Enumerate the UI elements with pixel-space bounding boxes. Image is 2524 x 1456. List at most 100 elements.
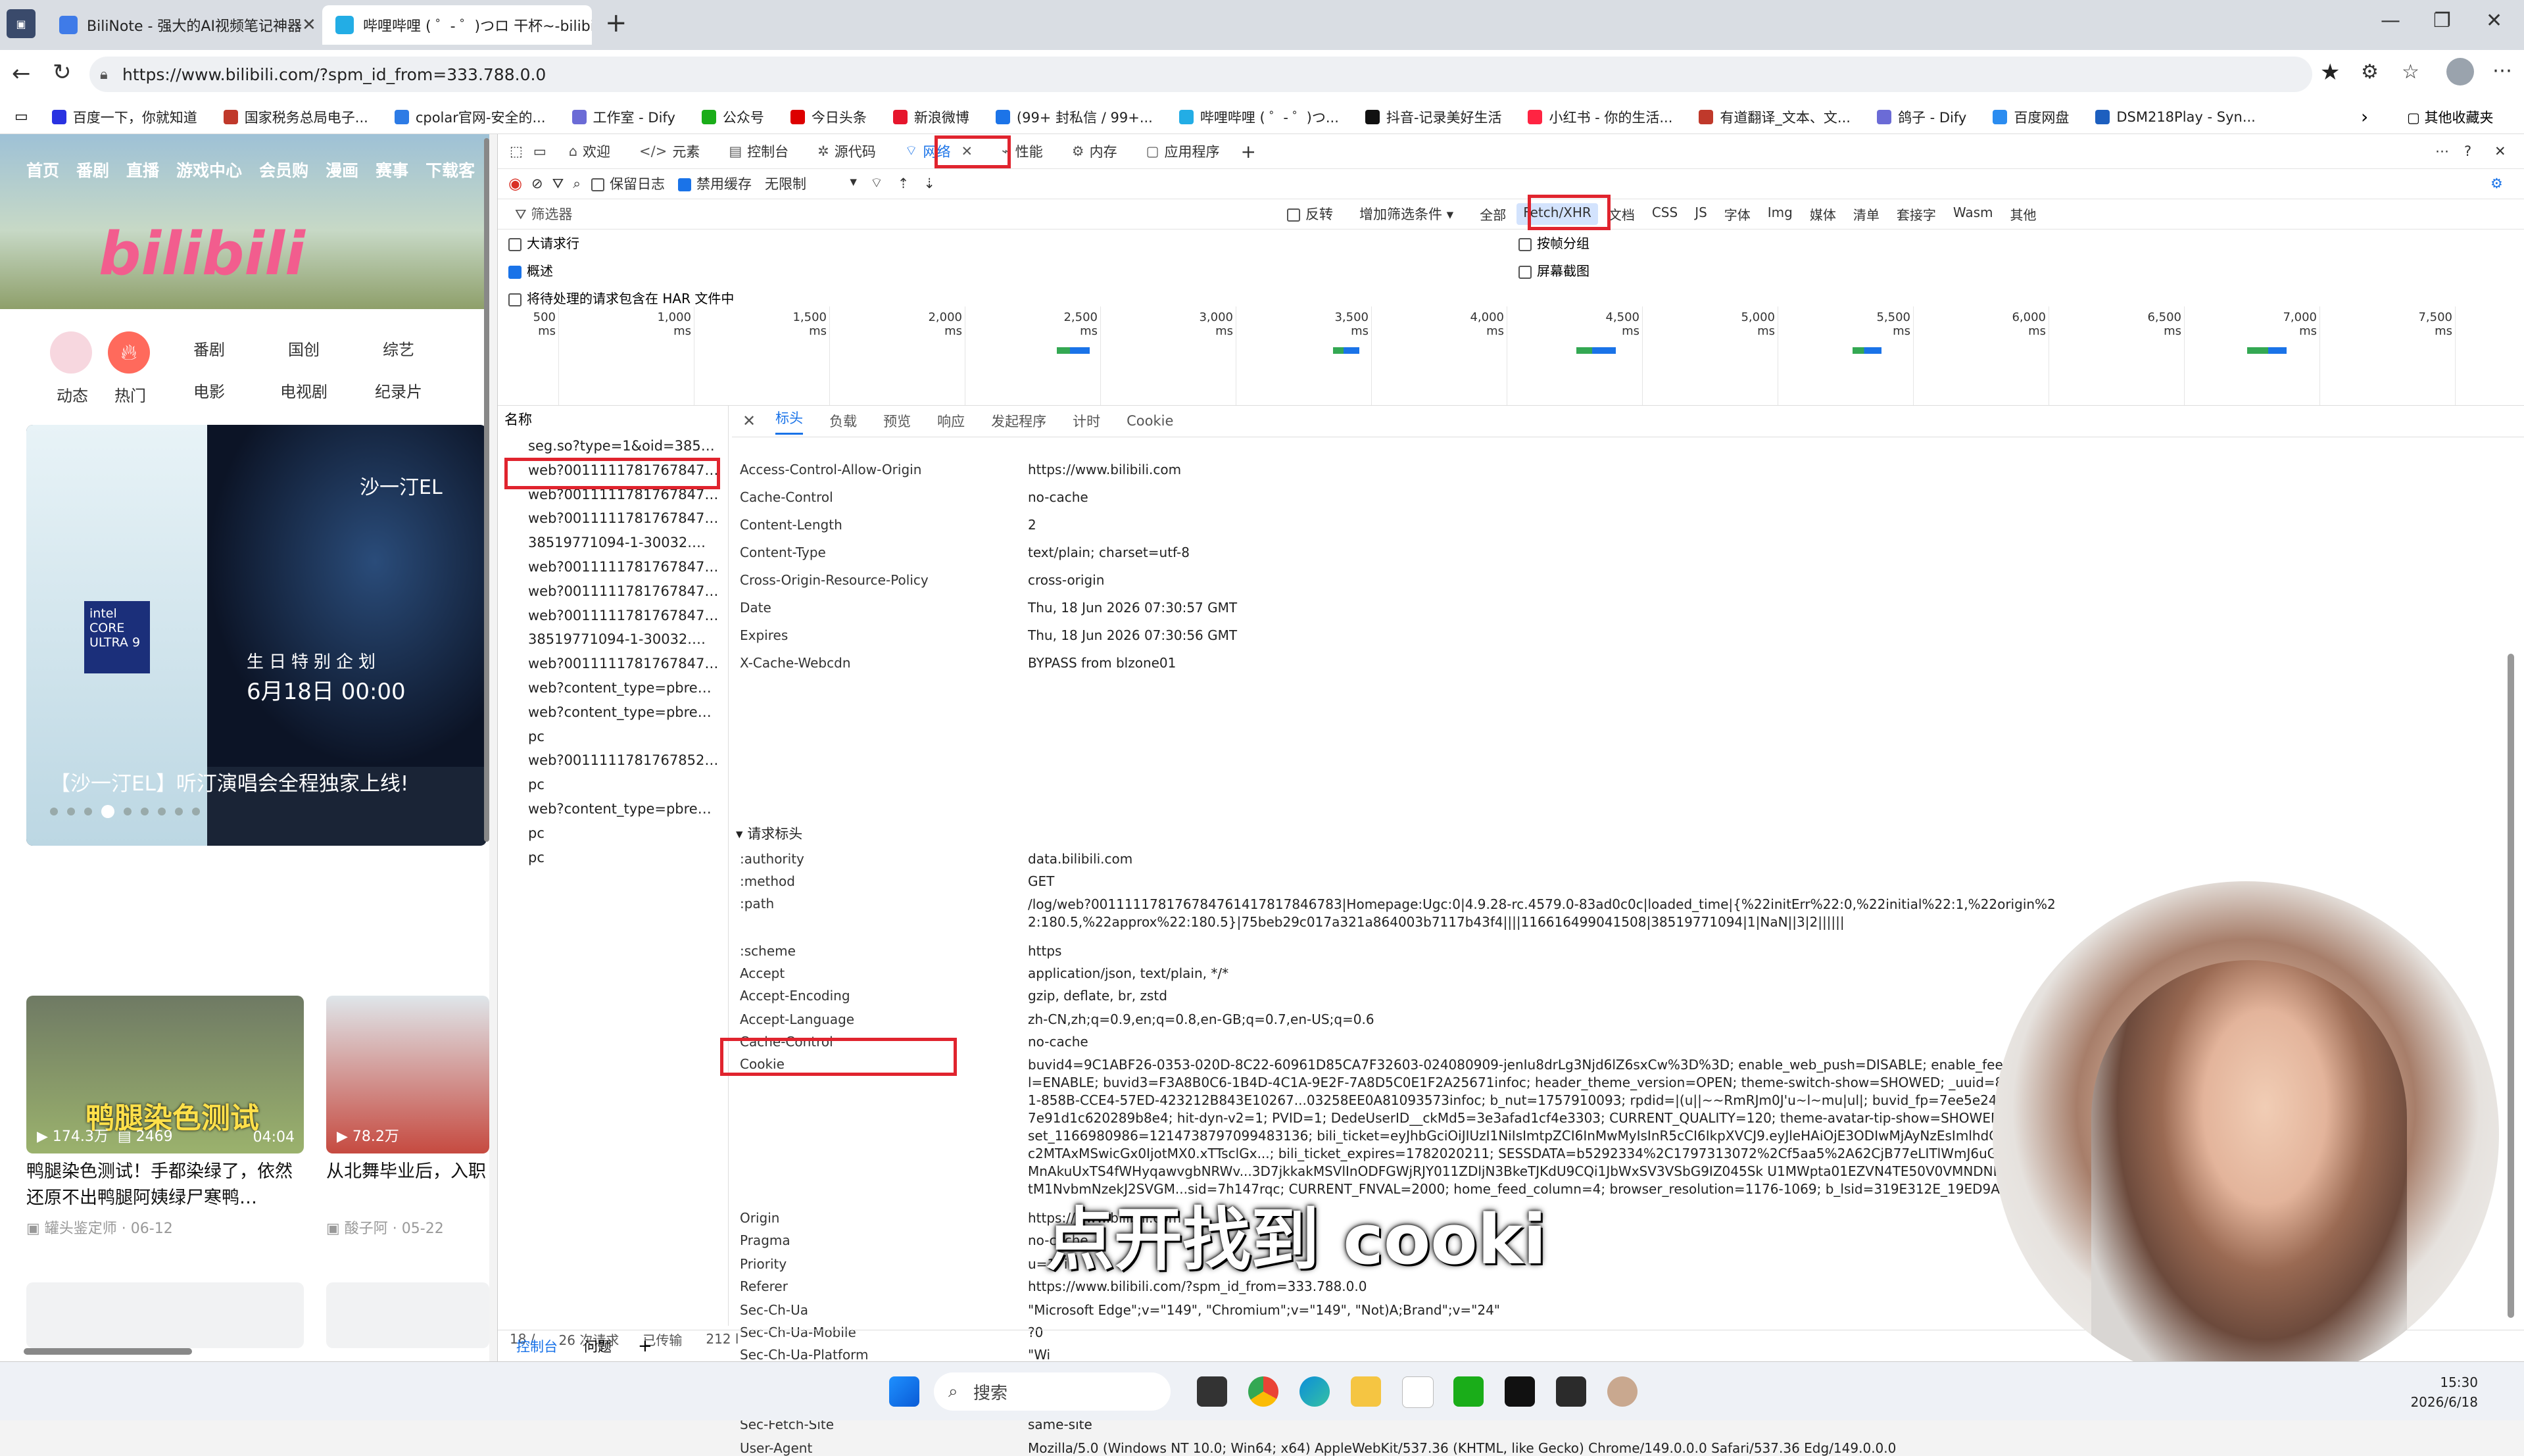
chrome-icon[interactable] — [1248, 1376, 1278, 1407]
throttle-select[interactable]: 无限制 ▾ — [765, 174, 857, 193]
request-row[interactable]: web?001111178176784771... — [528, 608, 719, 623]
header-value[interactable]: Mozilla/5.0 (Windows NT 10.0; Win64; x64… — [1028, 1440, 1896, 1456]
new-tab-icon[interactable]: + — [605, 8, 627, 38]
bilibili-logo[interactable]: bilibili — [99, 220, 305, 289]
request-row[interactable]: seg.so?type=1&oid=38519... — [528, 438, 719, 454]
favorite-star-icon[interactable]: ★ — [2320, 59, 2340, 85]
search-icon[interactable]: ⌕ — [573, 176, 581, 192]
close-devtools-icon[interactable]: ✕ — [2494, 143, 2506, 159]
channel-variety[interactable]: 综艺 — [383, 337, 414, 360]
bookmark-item[interactable]: cpolar官网-安全的... — [394, 107, 546, 127]
inspect-icon[interactable]: ⬚ — [510, 143, 523, 159]
start-icon[interactable] — [889, 1376, 919, 1407]
filter-input[interactable]: ⛛ 筛选器 — [515, 204, 1271, 224]
header-value[interactable]: Thu, 18 Jun 2026 07:30:57 GMT — [1028, 600, 1237, 616]
video-title[interactable]: 鸭腿染色测试！手都染绿了，依然还原不出鸭腿阿姨绿尸寒鸭… — [26, 1159, 303, 1211]
bookmark-item[interactable]: 哔哩哔哩 ( ゜- ゜)つ... — [1178, 107, 1339, 127]
request-row[interactable]: pc — [528, 825, 719, 841]
video-card-thumbnail[interactable]: 鸭腿染色测试 ▶ 174.3万 ▤ 2469 04:04 — [26, 996, 304, 1153]
download-icon[interactable]: ⇣ — [923, 176, 935, 191]
header-value[interactable]: Thu, 18 Jun 2026 07:30:56 GMT — [1028, 627, 1237, 643]
header-value[interactable]: /log/web?001111178176784761417817846783|… — [1028, 896, 2067, 931]
request-row[interactable]: web?001111178176784791... — [528, 656, 719, 671]
taskbar-search[interactable]: ⌕ 搜索 — [934, 1372, 1171, 1411]
nav-download[interactable]: 下载客 — [425, 158, 475, 182]
preserve-log-checkbox[interactable]: 保留日志 — [591, 174, 665, 193]
nav-shop[interactable]: 会员购 — [259, 158, 308, 182]
capcut-icon[interactable] — [1505, 1376, 1535, 1407]
other-bookmarks[interactable]: ▢ 其他收藏夹 — [2407, 107, 2494, 127]
header-value[interactable]: application/json, text/plain, */* — [1028, 965, 1228, 981]
channel-movie[interactable]: 电影 — [193, 379, 225, 402]
device-icon[interactable]: ▭ — [533, 143, 546, 159]
page-horizontal-scrollbar[interactable] — [24, 1348, 192, 1355]
edge-icon[interactable] — [1299, 1376, 1330, 1407]
type-filter-chip[interactable]: Wasm — [1947, 203, 2000, 225]
help-icon[interactable]: ? — [2464, 143, 2471, 159]
drawer-tab-issues[interactable]: 问题 — [584, 1336, 612, 1356]
invert-checkbox[interactable]: 反转 — [1287, 204, 1333, 224]
avatar-app-icon[interactable] — [1607, 1376, 1638, 1407]
more-filters-dropdown[interactable]: 增加筛选条件 ▾ — [1359, 204, 1453, 224]
video-title[interactable]: 从北舞毕业后，入职 — [326, 1159, 489, 1185]
request-row[interactable]: pc — [528, 729, 719, 744]
tab-console[interactable]: ▤ 控制台 — [714, 134, 803, 168]
request-row[interactable]: 38519771094-1-30032.m4s?... — [528, 535, 719, 550]
type-filter-chip[interactable]: 其他 — [2004, 203, 2043, 225]
close-detail-icon[interactable]: ✕ — [742, 412, 756, 430]
detail-scrollbar[interactable] — [2508, 654, 2514, 1318]
bookmark-item[interactable]: 抖音-记录美好生活 — [1365, 107, 1501, 127]
channel-anime[interactable]: 番剧 — [193, 337, 225, 360]
settings-gear-icon[interactable]: ⚙ — [2490, 176, 2503, 191]
tab-bilibili[interactable]: 哔哩哔哩 ( ゜- ゜)つロ 干杯~-bilibili ✕ — [322, 5, 592, 45]
request-row[interactable]: web?001111178176784771... — [528, 559, 719, 575]
type-filter-chip[interactable]: 字体 — [1718, 203, 1757, 225]
dynamic-avatar[interactable] — [50, 331, 92, 374]
detail-tab-payload[interactable]: 负载 — [829, 411, 857, 431]
request-row[interactable]: web?001111178176784761... — [528, 510, 719, 526]
dynamic-label[interactable]: 动态 — [57, 383, 88, 406]
carousel-caption[interactable]: 【沙一汀EL】听汀演唱会全程独家上线! — [50, 767, 408, 796]
favorites-icon[interactable]: ☆ — [2402, 61, 2419, 84]
request-row[interactable]: web?content_type=pbreque... — [528, 680, 719, 696]
minimize-icon[interactable]: — — [2381, 9, 2400, 32]
request-row[interactable]: web?content_type=pbreque... — [528, 801, 719, 817]
chevron-right-icon[interactable]: › — [2361, 106, 2368, 128]
bookmark-item[interactable]: 公众号 — [701, 107, 764, 127]
bookmark-item[interactable]: 有道翻译_文本、文... — [1699, 107, 1851, 127]
upload-icon[interactable]: ⇡ — [898, 176, 910, 191]
detail-tab-preview[interactable]: 预览 — [883, 411, 911, 431]
carousel-dots[interactable] — [50, 805, 200, 818]
detail-tab-cookie[interactable]: Cookie — [1127, 413, 1173, 429]
channel-documentary[interactable]: 纪录片 — [375, 379, 422, 402]
header-value[interactable]: cross-origin — [1028, 572, 1104, 588]
header-value[interactable]: "Microsoft Edge";v="149", "Chromium";v="… — [1028, 1302, 1500, 1318]
header-value[interactable]: https://www.bilibili.com — [1028, 462, 1181, 477]
header-value[interactable]: GET — [1028, 873, 1054, 889]
type-filter-chip[interactable]: 全部 — [1473, 203, 1513, 225]
request-row[interactable]: web?content_type=pbreque... — [528, 704, 719, 720]
nav-game[interactable]: 游戏中心 — [176, 158, 242, 182]
hot-icon[interactable]: 🔥︎ — [108, 331, 150, 374]
url-field[interactable]: 🔒︎ https://www.bilibili.com/?spm_id_from… — [89, 57, 2312, 92]
wifi-icon[interactable]: ⌔ — [870, 175, 883, 192]
type-filter-chip[interactable]: 套接字 — [1890, 203, 1943, 225]
video-card-thumbnail[interactable]: ▶ 78.2万 — [326, 996, 489, 1153]
nav-anime[interactable]: 番剧 — [76, 158, 109, 182]
drawer-tab-console[interactable]: 控制台 — [516, 1336, 558, 1356]
nav-match[interactable]: 赛事 — [376, 158, 408, 182]
header-value[interactable]: text/plain; charset=utf-8 — [1028, 545, 1190, 560]
bookmark-item[interactable]: 今日头条 — [790, 107, 867, 127]
file-explorer-icon[interactable] — [1197, 1376, 1227, 1407]
close-window-icon[interactable]: ✕ — [2486, 9, 2502, 32]
request-row[interactable]: web?001111178176784771... — [528, 583, 719, 599]
bookmark-item[interactable]: 国家税务总局电子... — [223, 107, 368, 127]
request-headers-section-title[interactable]: ▾ 请求标头 — [736, 823, 802, 843]
wechat-icon[interactable] — [1453, 1376, 1484, 1407]
option-group-frame[interactable]: 按帧分组 — [1518, 233, 1590, 252]
bookmark-item[interactable]: (99+ 封私信 / 99+... — [995, 107, 1153, 127]
detail-tab-headers[interactable]: 标头 — [775, 408, 804, 435]
header-value[interactable]: data.bilibili.com — [1028, 851, 1132, 867]
nav-comic[interactable]: 漫画 — [326, 158, 358, 182]
tab-welcome[interactable]: ⌂ 欢迎 — [554, 134, 625, 168]
